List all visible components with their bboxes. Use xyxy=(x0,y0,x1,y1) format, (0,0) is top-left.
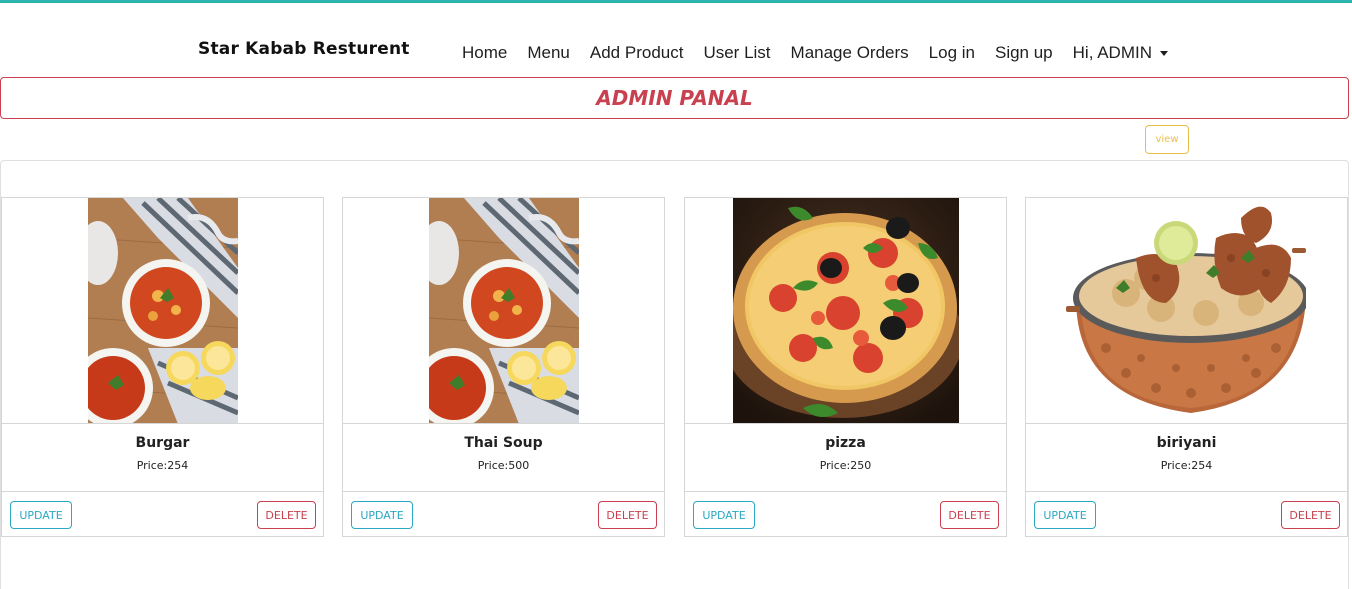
soup-photo-icon xyxy=(88,198,238,423)
product-info: Burgar Price:254 xyxy=(2,424,323,492)
product-image xyxy=(343,198,664,424)
product-info: biriyani Price:254 xyxy=(1026,424,1347,492)
update-button[interactable]: UPDATE xyxy=(693,501,755,529)
product-image xyxy=(685,198,1006,424)
product-name: Burgar xyxy=(135,435,190,451)
admin-panel-title: ADMIN PANAL xyxy=(596,86,753,110)
product-card: Thai Soup Price:500 UPDATE DELETE xyxy=(342,197,665,537)
main-nav: Home Menu Add Product User List Manage O… xyxy=(452,40,1178,66)
top-accent-strip xyxy=(0,0,1352,3)
view-button[interactable]: view xyxy=(1145,125,1189,154)
nav-user-list[interactable]: User List xyxy=(703,43,770,63)
update-button[interactable]: UPDATE xyxy=(1034,501,1096,529)
nav-sign-up[interactable]: Sign up xyxy=(995,43,1053,63)
product-name: biriyani xyxy=(1156,435,1217,451)
nav-log-in[interactable]: Log in xyxy=(929,43,975,63)
soup-photo-icon xyxy=(429,198,579,423)
product-price: Price:254 xyxy=(1160,459,1213,472)
nav-add-product[interactable]: Add Product xyxy=(590,43,684,63)
user-menu-dropdown[interactable]: Hi, ADMIN xyxy=(1073,43,1168,63)
delete-button[interactable]: DELETE xyxy=(940,501,999,529)
delete-button[interactable]: DELETE xyxy=(257,501,316,529)
admin-panel-banner: ADMIN PANAL xyxy=(0,77,1349,119)
delete-button[interactable]: DELETE xyxy=(598,501,657,529)
product-card: pizza Price:250 UPDATE DELETE xyxy=(684,197,1007,537)
product-price: Price:500 xyxy=(477,459,530,472)
pizza-photo-icon xyxy=(733,198,959,423)
update-button[interactable]: UPDATE xyxy=(10,501,72,529)
brand-name[interactable]: Star Kabab Resturent xyxy=(198,39,410,59)
product-name: Thai Soup xyxy=(464,435,543,451)
product-image xyxy=(2,198,323,424)
nav-manage-orders[interactable]: Manage Orders xyxy=(791,43,909,63)
user-menu-label: Hi, ADMIN xyxy=(1072,43,1152,62)
biriyani-photo-icon xyxy=(1066,198,1306,423)
nav-menu[interactable]: Menu xyxy=(527,43,570,63)
product-info: Thai Soup Price:500 xyxy=(343,424,664,492)
product-image xyxy=(1026,198,1347,424)
nav-home[interactable]: Home xyxy=(462,43,507,63)
product-card: Burgar Price:254 UPDATE DELETE xyxy=(1,197,324,537)
caret-down-icon xyxy=(1160,50,1168,56)
product-price: Price:254 xyxy=(136,459,189,472)
product-name: pizza xyxy=(825,435,866,451)
product-card: biriyani Price:254 UPDATE DELETE xyxy=(1025,197,1348,537)
product-price: Price:250 xyxy=(819,459,872,472)
product-info: pizza Price:250 xyxy=(685,424,1006,492)
update-button[interactable]: UPDATE xyxy=(351,501,413,529)
delete-button[interactable]: DELETE xyxy=(1281,501,1340,529)
